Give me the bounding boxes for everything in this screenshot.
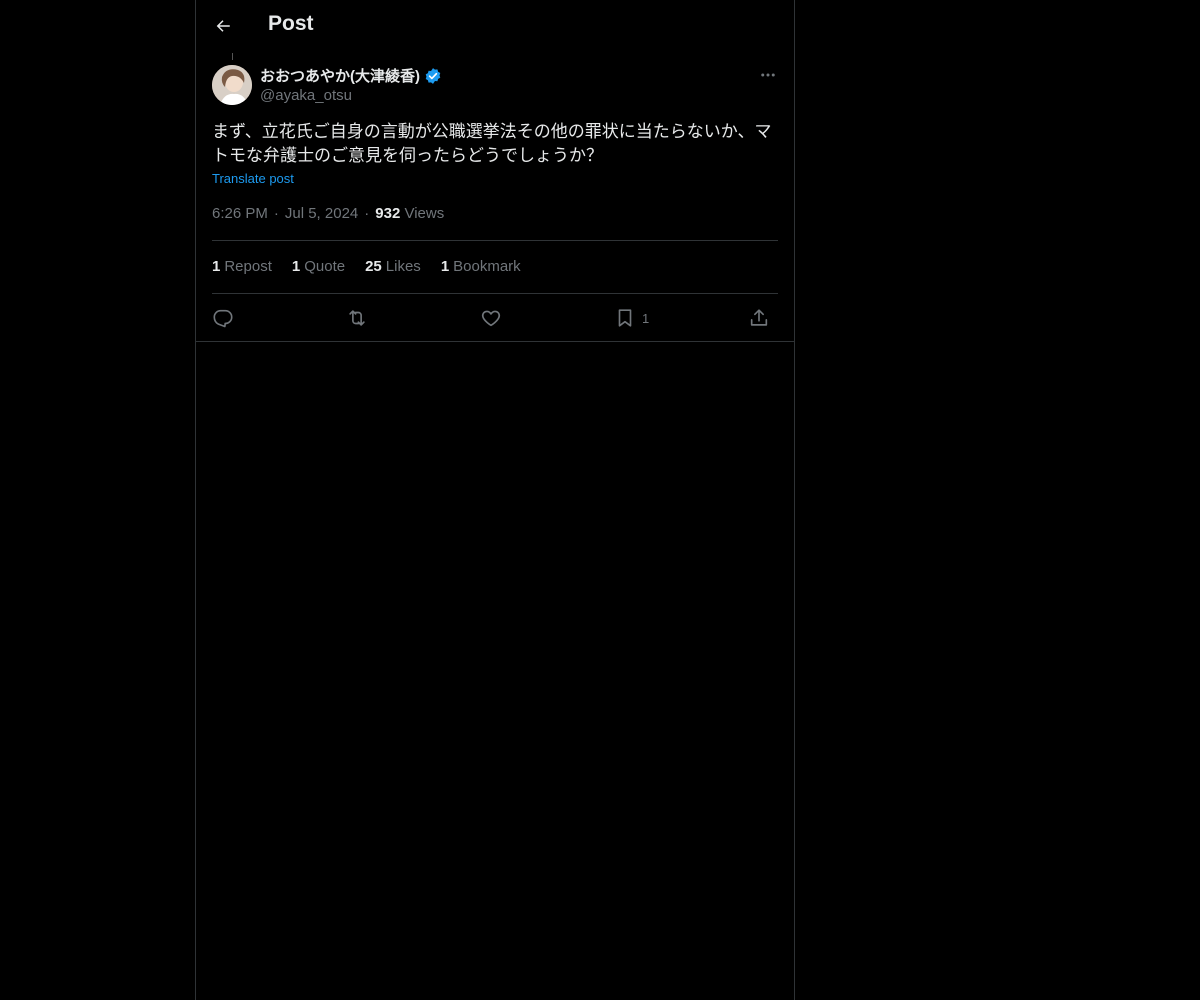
meta-separator: · xyxy=(273,205,279,222)
stat-label: Repost xyxy=(224,258,272,275)
stat-label: Likes xyxy=(385,258,421,275)
post-actions: 1 xyxy=(212,304,778,332)
post-text: まず、立花氏ご自身の言動が公職選挙法その他の罪状に当たらないか、マトモな弁護士の… xyxy=(212,122,772,166)
repost-icon xyxy=(349,310,365,326)
translate-post-link[interactable]: Translate post xyxy=(212,171,294,186)
more-options-button[interactable] xyxy=(756,64,780,86)
share-icon xyxy=(750,309,768,326)
main-column: Post おおつあやか(大津綾香) @ayaka_otsu まず、立花氏ご自身の… xyxy=(195,0,795,1000)
post-time[interactable]: 6:26 PM xyxy=(212,205,268,222)
arrow-left-icon xyxy=(216,20,230,32)
more-horizontal-icon xyxy=(761,73,775,77)
stat-count: 1 xyxy=(440,258,450,275)
author-name-row[interactable]: おおつあやか(大津綾香) xyxy=(260,65,442,86)
divider xyxy=(212,240,778,241)
divider xyxy=(212,293,778,294)
verified-badge-icon[interactable] xyxy=(424,67,442,85)
stat-reposts[interactable]: 1 Repost xyxy=(212,258,272,275)
header: Post xyxy=(196,0,794,53)
share-button[interactable] xyxy=(748,304,770,332)
views-label: Views xyxy=(404,205,445,222)
heart-icon xyxy=(481,310,501,327)
post-date[interactable]: Jul 5, 2024 xyxy=(285,205,358,222)
bookmark-icon xyxy=(618,309,632,327)
author-handle[interactable]: @ayaka_otsu xyxy=(260,87,352,104)
back-button[interactable] xyxy=(210,13,236,39)
stat-label: Quote xyxy=(304,258,346,275)
thread-line xyxy=(232,53,233,60)
post-meta: 6:26 PM · Jul 5, 2024 · 932 Views xyxy=(212,205,444,222)
page-title: Post xyxy=(268,12,314,35)
stat-count: 1 xyxy=(212,258,221,275)
views-count: 932 xyxy=(375,205,401,222)
stat-count: 25 xyxy=(365,258,382,275)
like-button[interactable] xyxy=(480,304,502,332)
post-stats: 1 Repost 1 Quote 25 Likes 1 Bookmark xyxy=(212,258,521,275)
author-display-name[interactable]: おおつあやか(大津綾香) xyxy=(260,65,420,86)
post-bottom-border xyxy=(196,341,794,342)
avatar-image xyxy=(212,65,252,105)
bookmark-count: 1 xyxy=(642,310,650,326)
stat-likes[interactable]: 25 Likes xyxy=(365,258,421,275)
stat-count: 1 xyxy=(291,258,301,275)
repost-button[interactable] xyxy=(346,304,368,332)
stat-label: Bookmark xyxy=(453,258,521,275)
bookmark-button[interactable]: 1 xyxy=(614,304,649,332)
stat-quotes[interactable]: 1 Quote xyxy=(292,258,345,275)
meta-separator: · xyxy=(364,205,370,222)
reply-icon xyxy=(213,309,233,328)
avatar[interactable] xyxy=(212,65,252,105)
reply-button[interactable] xyxy=(212,304,234,332)
stat-bookmarks[interactable]: 1 Bookmark xyxy=(441,258,521,275)
